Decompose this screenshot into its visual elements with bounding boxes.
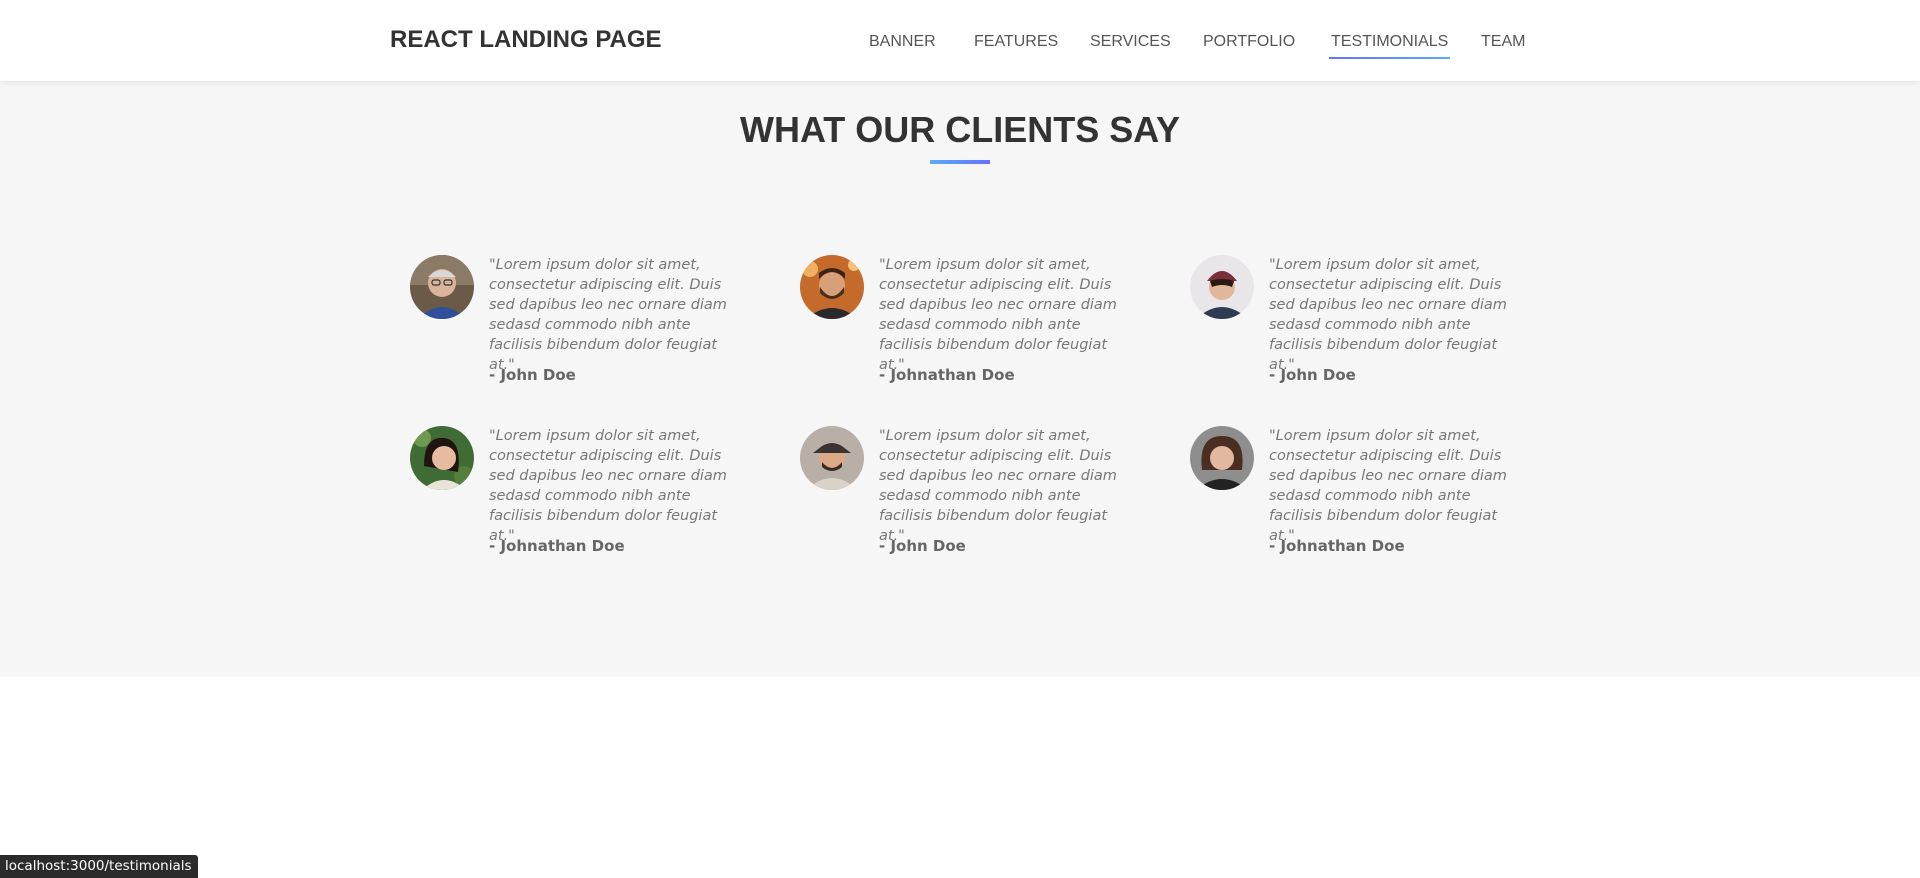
nav-link-team[interactable]: TEAM: [1481, 33, 1525, 51]
testimonial-card: "Lorem ipsum dolor sit amet, consectetur…: [800, 255, 1130, 395]
testimonial-author: - Johnathan Doe: [489, 537, 625, 555]
testimonial-author: - John Doe: [489, 366, 576, 384]
testimonial-card: "Lorem ipsum dolor sit amet, consectetur…: [1190, 255, 1520, 395]
man-flat-cap-avatar: [800, 426, 864, 490]
nav-link-portfolio[interactable]: PORTFOLIO: [1203, 33, 1295, 51]
link-status-bar: localhost:3000/testimonials: [0, 855, 198, 878]
testimonial-card: "Lorem ipsum dolor sit amet, consectetur…: [410, 255, 740, 395]
testimonial-quote: "Lorem ipsum dolor sit amet, consectetur…: [1269, 428, 1507, 544]
nav-menu: BANNER FEATURES SERVICES PORTFOLIO TESTI…: [0, 0, 1920, 81]
navbar: REACT LANDING PAGE BANNER FEATURES SERVI…: [0, 0, 1920, 81]
testimonial-author: - Johnathan Doe: [879, 366, 1015, 384]
testimonial-card: "Lorem ipsum dolor sit amet, consectetur…: [800, 426, 1130, 566]
title-underline: [930, 160, 990, 164]
nav-link-features[interactable]: FEATURES: [974, 33, 1058, 51]
testimonial-author: - John Doe: [1269, 366, 1356, 384]
testimonial-quote: "Lorem ipsum dolor sit amet, consectetur…: [879, 428, 1117, 544]
nav-link-services[interactable]: SERVICES: [1090, 33, 1171, 51]
testimonial-quote: "Lorem ipsum dolor sit amet, consectetur…: [1269, 257, 1507, 373]
testimonial-quote: "Lorem ipsum dolor sit amet, consectetur…: [879, 257, 1117, 373]
nav-link-testimonials[interactable]: TESTIMONIALS: [1328, 33, 1451, 59]
testimonial-quote: "Lorem ipsum dolor sit amet, consectetur…: [489, 428, 727, 544]
older-man-glasses-avatar: [410, 255, 474, 319]
testimonial-author: - Johnathan Doe: [1269, 537, 1405, 555]
woman-curly-hair-avatar: [1190, 426, 1254, 490]
testimonial-quote: "Lorem ipsum dolor sit amet, consectetur…: [489, 257, 727, 373]
nav-link-banner[interactable]: BANNER: [869, 33, 936, 51]
young-man-beanie-avatar: [1190, 255, 1254, 319]
bearded-man-avatar: [800, 255, 864, 319]
testimonial-author: - John Doe: [879, 537, 966, 555]
section-title: WHAT OUR CLIENTS SAY: [739, 109, 1180, 150]
testimonial-card: "Lorem ipsum dolor sit amet, consectetur…: [1190, 426, 1520, 566]
testimonial-card: "Lorem ipsum dolor sit amet, consectetur…: [410, 426, 740, 566]
testimonials-section: WHAT OUR CLIENTS SAY "Lorem ipsum dolor …: [0, 81, 1920, 677]
woman-smiling-avatar: [410, 426, 474, 490]
